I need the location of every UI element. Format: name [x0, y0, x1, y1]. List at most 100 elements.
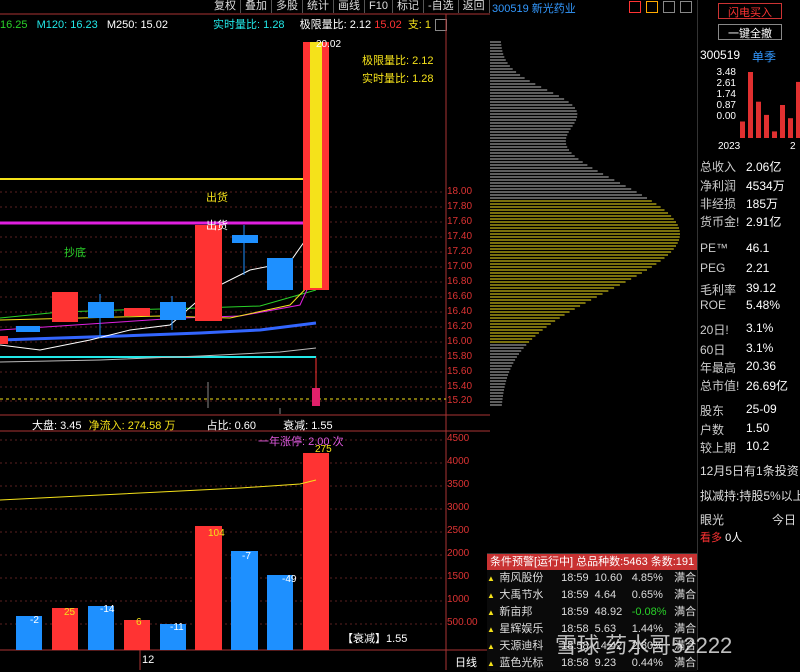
fund-value: 2.91亿 [746, 215, 782, 229]
candle [195, 225, 222, 321]
fund-value: 5.48% [746, 298, 781, 312]
ratio-value: 占比: 0.60 [206, 420, 257, 432]
alert-price: 48.92 [594, 606, 623, 618]
alert-arrow-icon: ▲ [487, 659, 495, 668]
price-tick: 16.40 [447, 306, 473, 317]
candle-today [312, 388, 320, 406]
candle [52, 292, 78, 322]
alert-arrow-icon: ▲ [487, 625, 495, 634]
quarterly-bar-chart [740, 72, 800, 138]
chip-distribution [490, 41, 680, 406]
fund-label: 60日 [700, 343, 726, 357]
fund-label: PEG [700, 261, 726, 275]
flag-icon[interactable] [646, 1, 659, 14]
volume-tick: 1500 [447, 571, 470, 582]
fund-value: 3.1% [746, 341, 774, 355]
overlay-realtime-ratio: 实时量比: 1.28 [362, 73, 434, 85]
fund-value: 25-09 [746, 402, 777, 416]
decline-value: 衰减: 1.55 [283, 420, 333, 432]
volume-bar [231, 551, 258, 650]
alert-price: 4.64 [594, 589, 617, 601]
price-axis: 18.00 17.80 17.60 17.40 17.20 17.00 16.8… [447, 0, 489, 420]
fund-label: ROE [700, 298, 727, 312]
alert-row[interactable]: ▲ 新亩邦 18:59 48.92 -0.08% 满合 [487, 604, 697, 621]
fullscreen-icon[interactable] [663, 1, 676, 14]
volume-ma [0, 479, 317, 501]
fund-value: 26.69亿 [746, 379, 789, 393]
mini-y-tick: 0.00 [716, 111, 736, 122]
fund-row: 非经损 185万 [700, 195, 778, 212]
price-tick: 17.80 [447, 201, 473, 212]
fund-row: 总市值! 26.69亿 [700, 377, 788, 394]
price-tick: 16.20 [447, 321, 473, 332]
news-item-1[interactable]: 12月5日有1条投资 [700, 462, 799, 479]
fund-row: 60日 3.1% [700, 341, 773, 358]
volume-axis: 4500 4000 3500 3000 2500 2000 1500 1000 … [447, 420, 489, 650]
volume-tick: 4500 [447, 433, 470, 444]
price-tick: 17.20 [447, 246, 473, 257]
season-mode[interactable]: 单季 [752, 48, 776, 65]
eye-label: 眼光 [700, 513, 725, 527]
fund-label: 总市值! [700, 379, 740, 393]
fund-label: 年最高 [700, 361, 737, 375]
volume-label: -14 [100, 604, 115, 615]
fund-label: 非经损 [700, 197, 737, 211]
price-tick: 15.20 [447, 395, 473, 406]
fund-value: 4534万 [746, 179, 785, 193]
mini-bar [796, 81, 800, 138]
fund-label: 净利润 [700, 179, 737, 193]
alert-row[interactable]: ▲ 南风股份 18:59 10.60 4.85% 满合 [487, 570, 697, 587]
price-tick: 15.40 [447, 381, 473, 392]
alert-pct: 4.85% [631, 572, 663, 584]
price-tick: 17.60 [447, 216, 473, 227]
fund-row: 20日! 3.1% [700, 321, 773, 338]
mini-bar [772, 131, 777, 138]
signal-sell-1: 出货 [206, 192, 228, 204]
alert-name: 蓝色光标 [499, 657, 544, 669]
price-tick: 15.60 [447, 366, 473, 377]
volume-label: 104 [208, 528, 225, 539]
alert-note: 满合 [674, 572, 697, 584]
fund-row: 净利润 4534万 [700, 177, 785, 194]
mini-y-tick: 3.48 [716, 67, 736, 78]
alert-pct: 0.65% [631, 589, 663, 601]
fund-label: 20日! [700, 323, 729, 337]
alert-row[interactable]: ▲ 大禹节水 18:59 4.64 0.65% 满合 [487, 587, 697, 604]
volume-tick: 1000 [447, 594, 470, 605]
fund-row: ROE 5.48% [700, 298, 780, 312]
bullish-row: 看多 0人 [700, 529, 742, 545]
candle [0, 336, 8, 344]
fund-label: 股东 [700, 404, 725, 418]
alert-name: 新亩邦 [499, 606, 533, 618]
alert-pct: -0.08% [631, 606, 667, 618]
alert-name: 南风股份 [499, 572, 544, 584]
cancel-all-button[interactable]: 一键全撤 [718, 24, 782, 40]
fund-row: 股东 25-09 [700, 402, 777, 419]
fund-label: PE™ [700, 241, 729, 255]
alert-note: 满合 [674, 589, 697, 601]
fund-label: 货币金! [700, 215, 740, 229]
alert-name: 天源迪科 [499, 640, 544, 652]
alert-time: 18:59 [561, 606, 589, 618]
candle [88, 302, 114, 318]
fund-label: 户数 [700, 423, 725, 437]
news-item-2[interactable]: 拟减持:持股5%以上 [700, 487, 800, 504]
fund-row: 较上期 10.2 [700, 439, 769, 456]
alert-arrow-icon: ▲ [487, 574, 495, 583]
mini-bar [780, 105, 785, 138]
fundamentals-panel: 闪电买入 一键全撤 300519 单季 3.48 2.61 1.74 0.87 … [697, 0, 800, 670]
mini-bar [740, 121, 745, 138]
alert-icon[interactable] [629, 1, 641, 14]
alert-header: 条件预警[运行中] 总品种数:5463 条数:191 [487, 554, 697, 570]
period-tab-daily[interactable]: 日线 [455, 654, 477, 670]
flash-buy-button[interactable]: 闪电买入 [718, 3, 782, 19]
mini-x-tick: 2023 [718, 141, 741, 152]
alert-name: 星辉娱乐 [499, 623, 544, 635]
fund-label: 总收入 [700, 160, 737, 174]
fund-value: 39.12 [746, 281, 777, 295]
close-icon[interactable] [680, 1, 693, 14]
volume-tick: 2500 [447, 525, 470, 536]
price-tick: 18.00 [447, 186, 473, 197]
code-label: 300519 [700, 48, 741, 62]
fund-value: 10.2 [746, 439, 770, 453]
